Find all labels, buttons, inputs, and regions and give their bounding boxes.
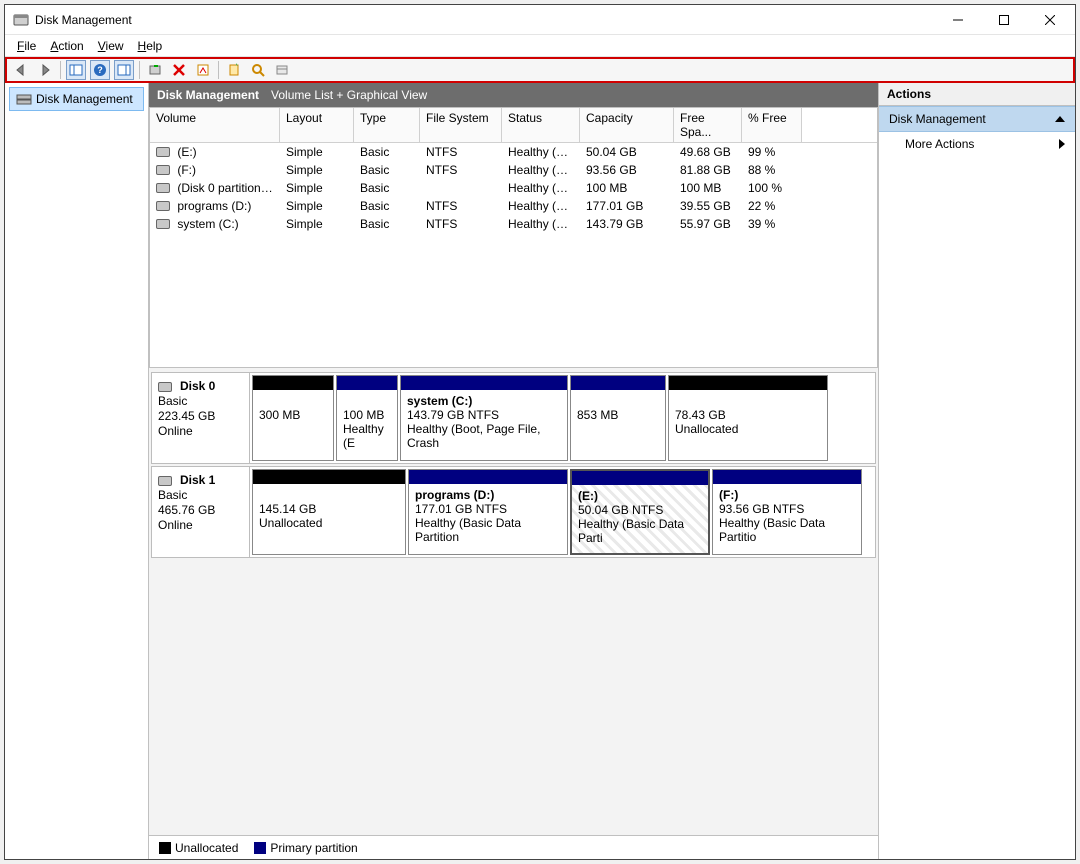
partition[interactable]: (F:)93.56 GB NTFSHealthy (Basic Data Par… <box>712 469 862 555</box>
tree-item-disk-management[interactable]: Disk Management <box>9 87 144 111</box>
forward-button[interactable] <box>35 60 55 80</box>
center-header-subtitle: Volume List + Graphical View <box>271 88 427 102</box>
center-pane: Disk Management Volume List + Graphical … <box>149 83 879 859</box>
table-row[interactable]: system (C:)SimpleBasicNTFSHealthy (B...1… <box>150 215 877 233</box>
back-button[interactable] <box>11 60 31 80</box>
partition[interactable]: programs (D:)177.01 GB NTFSHealthy (Basi… <box>408 469 568 555</box>
table-row[interactable]: (F:)SimpleBasicNTFSHealthy (B...93.56 GB… <box>150 161 877 179</box>
maximize-button[interactable] <box>981 5 1027 35</box>
table-row[interactable]: (Disk 0 partition 2)SimpleBasicHealthy (… <box>150 179 877 197</box>
col-capacity[interactable]: Capacity <box>580 108 674 142</box>
drive-icon <box>156 183 170 193</box>
menu-file[interactable]: File <box>11 37 42 55</box>
col-free[interactable]: Free Spa... <box>674 108 742 142</box>
partition[interactable]: (E:)50.04 GB NTFSHealthy (Basic Data Par… <box>570 469 710 555</box>
minimize-button[interactable] <box>935 5 981 35</box>
partition[interactable]: 145.14 GBUnallocated <box>252 469 406 555</box>
collapse-icon <box>1055 116 1065 122</box>
actions-pane: Actions Disk Management More Actions <box>879 83 1075 859</box>
console-tree: Disk Management <box>5 83 149 859</box>
legend-primary: Primary partition <box>254 841 357 855</box>
actions-header: Actions <box>879 83 1075 106</box>
drive-icon <box>156 147 170 157</box>
delete-icon[interactable] <box>169 60 189 80</box>
menu-action[interactable]: Action <box>44 37 89 55</box>
new-icon[interactable] <box>224 60 244 80</box>
center-header: Disk Management Volume List + Graphical … <box>149 83 878 107</box>
graphical-view: Disk 0Basic223.45 GBOnline300 MB100 MBHe… <box>149 370 878 859</box>
partition[interactable]: system (C:)143.79 GB NTFSHealthy (Boot, … <box>400 375 568 461</box>
legend-unallocated: Unallocated <box>159 841 238 855</box>
partition[interactable]: 78.43 GBUnallocated <box>668 375 828 461</box>
settings-icon[interactable] <box>272 60 292 80</box>
menubar: File Action View Help <box>5 35 1075 57</box>
partition[interactable]: 853 MB <box>570 375 666 461</box>
menu-help[interactable]: Help <box>132 37 169 55</box>
table-row[interactable]: programs (D:)SimpleBasicNTFSHealthy (B..… <box>150 197 877 215</box>
col-volume[interactable]: Volume <box>150 108 280 142</box>
submenu-icon <box>1059 139 1065 149</box>
properties-icon[interactable] <box>193 60 213 80</box>
col-pct-free[interactable]: % Free <box>742 108 802 142</box>
col-status[interactable]: Status <box>502 108 580 142</box>
legend: Unallocated Primary partition <box>149 835 878 859</box>
app-window: Disk Management File Action View Help ? <box>4 4 1076 860</box>
disk-row: Disk 1Basic465.76 GBOnline145.14 GBUnall… <box>151 466 876 558</box>
volume-list: Volume Layout Type File System Status Ca… <box>149 107 878 368</box>
center-header-title: Disk Management <box>157 88 259 102</box>
disk-icon <box>158 476 172 486</box>
menu-view[interactable]: View <box>92 37 130 55</box>
titlebar: Disk Management <box>5 5 1075 35</box>
disk-icon <box>158 382 172 392</box>
drive-icon <box>156 165 170 175</box>
actions-item-more[interactable]: More Actions <box>879 132 1075 156</box>
volume-list-body: (E:)SimpleBasicNTFSHealthy (B...50.04 GB… <box>150 143 877 367</box>
window-title: Disk Management <box>35 13 132 27</box>
partition[interactable]: 300 MB <box>252 375 334 461</box>
refresh-icon[interactable] <box>145 60 165 80</box>
disk-info[interactable]: Disk 1Basic465.76 GBOnline <box>152 467 250 557</box>
volume-list-header: Volume Layout Type File System Status Ca… <box>150 108 877 143</box>
explore-icon[interactable] <box>248 60 268 80</box>
app-icon <box>13 12 29 28</box>
show-hide-action-pane-button[interactable] <box>114 60 134 80</box>
toolbar: ? <box>5 57 1075 83</box>
drive-icon <box>156 201 170 211</box>
help-button[interactable]: ? <box>90 60 110 80</box>
col-type[interactable]: Type <box>354 108 420 142</box>
disk-row: Disk 0Basic223.45 GBOnline300 MB100 MBHe… <box>151 372 876 464</box>
disk-info[interactable]: Disk 0Basic223.45 GBOnline <box>152 373 250 463</box>
show-hide-console-tree-button[interactable] <box>66 60 86 80</box>
partition[interactable]: 100 MBHealthy (E <box>336 375 398 461</box>
col-layout[interactable]: Layout <box>280 108 354 142</box>
close-button[interactable] <box>1027 5 1073 35</box>
drive-icon <box>156 219 170 229</box>
tree-item-label: Disk Management <box>36 92 133 106</box>
table-row[interactable]: (E:)SimpleBasicNTFSHealthy (B...50.04 GB… <box>150 143 877 161</box>
actions-item-disk-management[interactable]: Disk Management <box>879 106 1075 132</box>
svg-text:?: ? <box>97 65 103 75</box>
col-filesystem[interactable]: File System <box>420 108 502 142</box>
